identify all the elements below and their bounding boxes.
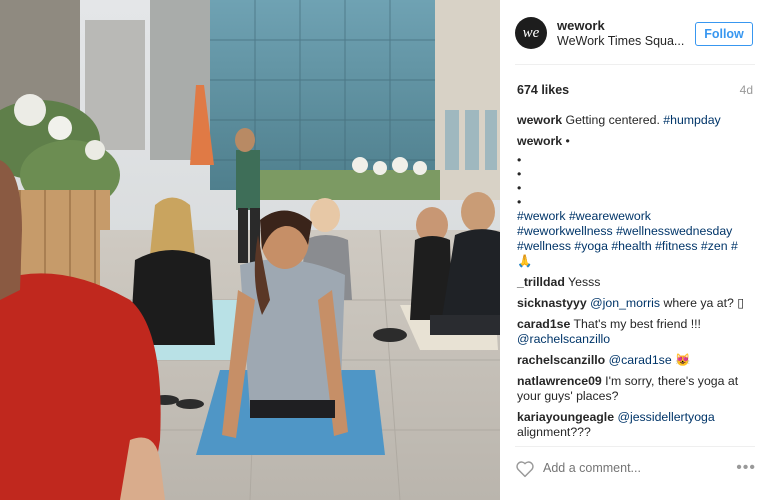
comment-text: Yesss: [564, 275, 601, 289]
comment-username[interactable]: carad1se: [517, 317, 570, 331]
hashtag-list[interactable]: #wework #wearewework #weworkwellness #we…: [517, 209, 747, 269]
comment-mention[interactable]: @carad1se: [609, 353, 672, 367]
bullet: •: [517, 181, 522, 195]
comment-username[interactable]: natlawrence09: [517, 374, 602, 388]
caption-username[interactable]: wework: [517, 113, 562, 127]
bullet: •: [517, 195, 522, 209]
post-photo[interactable]: [0, 0, 500, 500]
comment-item: _trilldad Yesss: [517, 275, 747, 290]
post-age[interactable]: 4d: [740, 83, 753, 97]
comment-bar: •••: [515, 458, 756, 484]
heart-icon[interactable]: [515, 460, 535, 478]
bullet: •: [517, 167, 522, 181]
comment-text: That's my best friend !!!: [570, 317, 701, 331]
comment-mention[interactable]: @rachelscanzillo: [517, 332, 610, 346]
instagram-post: we wework WeWork Times Squa... Follow 67…: [0, 0, 761, 500]
post-location[interactable]: WeWork Times Squa...: [557, 34, 684, 48]
comment-username[interactable]: kariayoungeagle: [517, 410, 614, 424]
comment-item: rachelscanzillo @carad1se 😻: [517, 353, 747, 368]
post-sidebar: we wework WeWork Times Squa... Follow 67…: [500, 0, 761, 500]
footer-divider: [515, 446, 755, 447]
comment-bullets: • • • •: [517, 153, 747, 209]
comment-item: kariayoungeagle @jessidellertyoga alignm…: [517, 410, 747, 440]
author-username[interactable]: wework: [557, 18, 605, 33]
comment-item: wework •: [517, 134, 747, 149]
comments-list: wework Getting centered. #humpday wework…: [517, 113, 747, 446]
comment-username[interactable]: wework: [517, 134, 562, 148]
comment-text: where ya at? ▯: [660, 296, 745, 310]
yoga-rooftop-photo: [0, 0, 500, 500]
post-header: we wework WeWork Times Squa... Follow: [515, 14, 756, 54]
comment-text: •: [562, 134, 570, 148]
comment-username[interactable]: rachelscanzillo: [517, 353, 605, 367]
caption-hashtag[interactable]: #humpday: [663, 113, 720, 127]
more-options-icon[interactable]: •••: [736, 459, 756, 477]
likes-count[interactable]: 674 likes: [517, 83, 569, 97]
comment-username[interactable]: sicknastyyy: [517, 296, 587, 310]
comment-item: sicknastyyy @jon_morris where ya at? ▯: [517, 296, 747, 311]
avatar[interactable]: we: [515, 17, 547, 49]
comment-text: 😻: [671, 353, 691, 367]
comment-mention[interactable]: @jessidellertyoga: [617, 410, 714, 424]
comment-username[interactable]: _trilldad: [517, 275, 565, 289]
add-comment-input[interactable]: [543, 461, 693, 475]
header-divider: [515, 64, 755, 65]
comment-text: alignment???: [517, 425, 591, 439]
comment-item: natlawrence09 I'm sorry, there's yoga at…: [517, 374, 747, 404]
caption-text: Getting centered.: [562, 113, 664, 127]
comment-item: carad1se That's my best friend !!! @rach…: [517, 317, 747, 347]
comment-mention[interactable]: @jon_morris: [590, 296, 660, 310]
caption: wework Getting centered. #humpday: [517, 113, 747, 128]
bullet: •: [517, 153, 522, 167]
follow-button[interactable]: Follow: [695, 22, 753, 46]
